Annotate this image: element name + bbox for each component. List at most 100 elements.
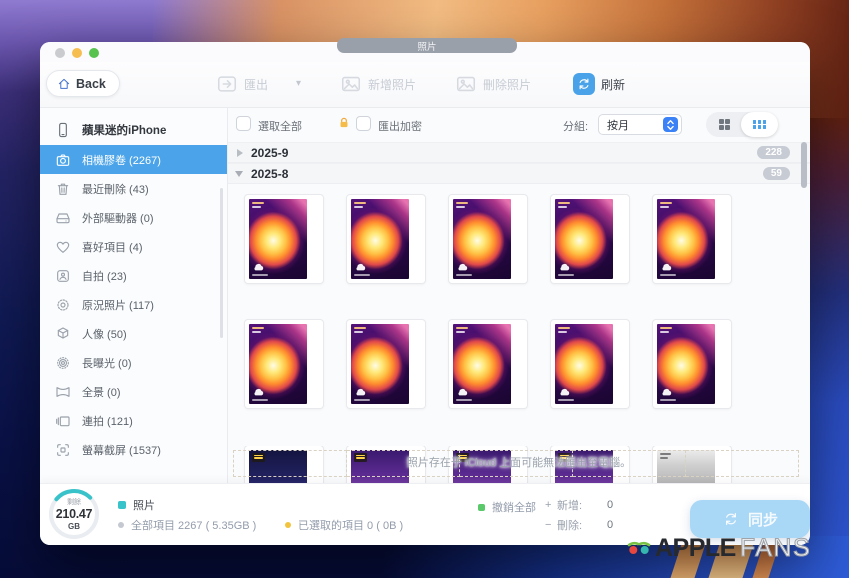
sidebar-item-camera[interactable]: 相機膠卷 (2267) (40, 145, 227, 174)
sidebar-item-portrait[interactable]: 人像 (50) (40, 319, 227, 348)
photo-thumbnail[interactable] (245, 320, 323, 408)
portrait-icon (55, 326, 71, 342)
remaining-unit: GB (48, 522, 100, 531)
photo-thumbnail[interactable] (653, 195, 731, 283)
view-toggle-group (706, 112, 778, 137)
sidebar-item-long-exposure[interactable]: 長曝光 (0) (40, 348, 227, 377)
home-icon (57, 77, 71, 91)
content-area: 選取全部 匯出加密 分組: 按月 (228, 108, 810, 483)
sync-button[interactable]: 同步 (690, 500, 810, 538)
photo-thumbnail[interactable] (653, 446, 731, 483)
zoom-window-button[interactable] (89, 48, 99, 58)
all-items-legend: 全部項目 2267 ( 5.35GB ) (118, 517, 256, 533)
close-button[interactable] (55, 48, 65, 58)
selected-items-label: 已選取的項目 0 ( 0B ) (298, 517, 403, 533)
sidebar-item-label: 螢幕截屏 (1537) (82, 442, 161, 458)
watermark: APPLE FANS (627, 534, 811, 563)
window-title: 照片 (417, 39, 436, 53)
sidebar-item-panorama[interactable]: 全景 (0) (40, 377, 227, 406)
group-count-badge: 59 (763, 167, 790, 180)
undo-all-button[interactable]: 撤銷全部 (478, 499, 536, 515)
sidebar-item-heart[interactable]: 喜好項目 (4) (40, 232, 227, 261)
delete-photos-button[interactable]: 刪除照片 (455, 73, 531, 95)
minus-icon: − (545, 519, 557, 531)
applefans-logo-icon (627, 540, 651, 557)
photo-thumbnail[interactable] (245, 195, 323, 283)
photo-image (555, 324, 613, 404)
expand-caret-icon[interactable] (235, 171, 243, 177)
undo-all-label: 撤銷全部 (492, 499, 536, 515)
sidebar-item-iphone[interactable]: 蘋果迷的iPhone (40, 114, 227, 145)
heart-icon (55, 239, 71, 255)
selected-items-legend: 已選取的項目 0 ( 0B ) (285, 517, 403, 533)
photo-thumbnail[interactable] (347, 195, 425, 283)
photo-thumbnail[interactable] (551, 195, 629, 283)
group-header-2025-8[interactable]: 2025-8 59 (228, 163, 810, 184)
photo-image (453, 199, 511, 279)
sidebar-item-label: 蘋果迷的iPhone (82, 122, 166, 138)
sidebar-item-label: 全景 (0) (82, 384, 121, 400)
photo-image (249, 199, 307, 279)
photo-thumbnail[interactable] (347, 446, 425, 483)
yellow-dot-icon (285, 522, 291, 528)
watermark-bold: APPLE (655, 534, 736, 563)
photo-thumbnail[interactable] (449, 320, 527, 408)
large-grid-icon (719, 119, 730, 130)
photo-thumbnail[interactable] (653, 320, 731, 408)
added-label: 新增: (557, 497, 595, 513)
photo-thumbnail[interactable] (449, 446, 527, 483)
deleted-value: 0 (607, 519, 613, 531)
export-dropdown-arrow[interactable]: ▾ (296, 78, 301, 89)
sidebar-item-drive[interactable]: 外部驅動器 (0) (40, 203, 227, 232)
live-photo-icon (55, 297, 71, 313)
group-name: 2025-8 (251, 167, 288, 181)
sidebar-item-live-photo[interactable]: 原況照片 (117) (40, 290, 227, 319)
refresh-icon (573, 73, 595, 95)
photo-image (657, 199, 715, 279)
all-items-label: 全部項目 2267 ( 5.35GB ) (131, 517, 256, 533)
added-value: 0 (607, 499, 613, 511)
screen: 照片 Back 匯出 ▾ 新增照片 刪除照片 (0, 0, 849, 578)
sidebar-item-burst[interactable]: 連拍 (121) (40, 406, 227, 435)
large-grid-view-button[interactable] (706, 112, 743, 137)
iphone-icon (55, 122, 71, 138)
plus-icon: + (545, 499, 557, 511)
back-label: Back (76, 77, 106, 91)
export-encrypted-checkbox[interactable] (356, 116, 371, 131)
photo-thumbnail[interactable] (551, 446, 629, 483)
back-button[interactable]: Back (46, 70, 120, 97)
group-by-label: 分組: (563, 118, 588, 134)
sidebar-scrollbar[interactable] (220, 188, 223, 338)
collapse-caret-icon[interactable] (237, 149, 243, 157)
toolbar: Back 匯出 ▾ 新增照片 刪除照片 刷新 (40, 62, 810, 108)
select-all-checkbox[interactable] (236, 116, 251, 131)
minimize-button[interactable] (72, 48, 82, 58)
small-grid-view-button[interactable] (741, 112, 778, 137)
photo-image (555, 199, 613, 279)
photo-image (555, 450, 613, 483)
remaining-value: 210.47 (48, 507, 100, 521)
sidebar-item-screenshot[interactable]: 螢幕截屏 (1537) (40, 435, 227, 464)
add-photos-button[interactable]: 新增照片 (340, 73, 416, 95)
sidebar-item-label: 連拍 (121) (82, 413, 133, 429)
sidebar-item-label: 喜好項目 (4) (82, 239, 143, 255)
refresh-button[interactable]: 刷新 (573, 73, 625, 95)
group-by-select[interactable]: 按月 (598, 114, 682, 135)
photo-grid-row-partial (228, 446, 810, 483)
photo-image (351, 324, 409, 404)
group-header-2025-9[interactable]: 2025-9 228 (228, 142, 810, 163)
photo-thumbnail[interactable] (449, 195, 527, 283)
sidebar-item-label: 自拍 (23) (82, 268, 127, 284)
photo-thumbnail[interactable] (347, 320, 425, 408)
photo-thumbnail[interactable] (551, 320, 629, 408)
drive-icon (55, 210, 71, 226)
select-stepper-icon (663, 117, 678, 132)
sidebar-list: 蘋果迷的iPhone 相機膠卷 (2267)最近刪除 (43)外部驅動器 (0) 喜… (40, 114, 227, 464)
group-name: 2025-9 (251, 146, 288, 160)
content-scrollbar[interactable] (801, 142, 807, 188)
photo-thumbnail[interactable] (245, 446, 323, 483)
export-button[interactable]: 匯出 (216, 73, 268, 95)
sidebar-item-trash[interactable]: 最近刪除 (43) (40, 174, 227, 203)
sidebar-item-selfie[interactable]: 自拍 (23) (40, 261, 227, 290)
photo-image (453, 450, 511, 483)
